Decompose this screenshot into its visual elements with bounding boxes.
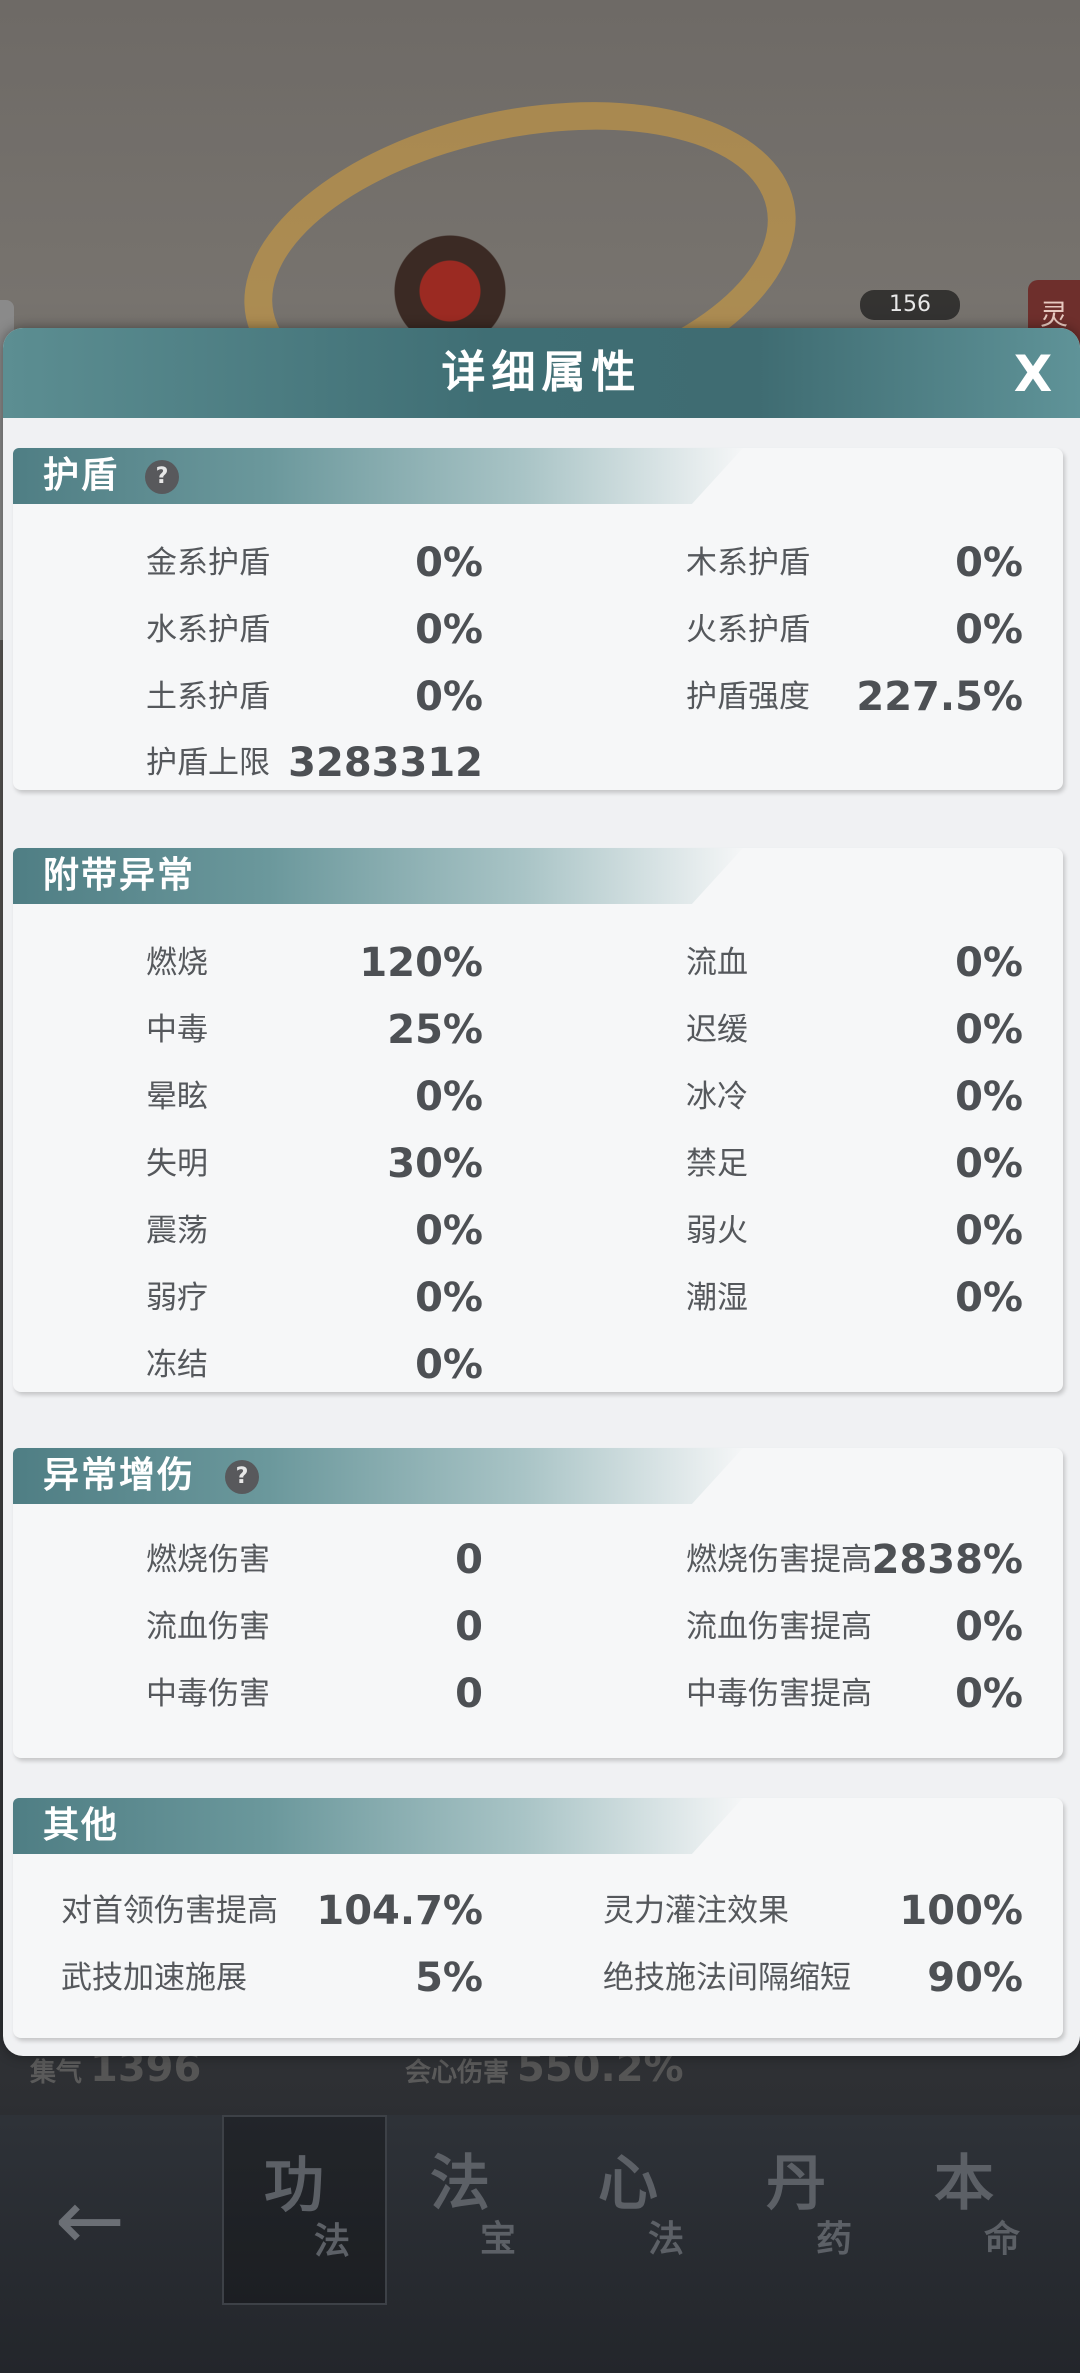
stat-label: 燃烧伤害: [146, 1542, 270, 1578]
tab-xinfa[interactable]: 心 法: [558, 2115, 723, 2305]
close-button[interactable]: X: [1003, 344, 1063, 404]
tab-gongfa-big: 功: [264, 2151, 324, 2221]
stat-value: 0%: [955, 940, 1023, 986]
stat-value: 30%: [387, 1141, 483, 1187]
stat-value: 100%: [899, 1888, 1023, 1934]
section-abnormal-title: 附带异常: [43, 855, 196, 896]
stat-value: 0%: [415, 1208, 483, 1254]
stat-label: 流血伤害: [146, 1609, 270, 1645]
stat-label: 火系护盾: [686, 612, 810, 648]
attributes-modal: 详细属性 X 护盾 ? 金系护盾 0% 水系护盾 0% 土系护盾 0% 护盾上限…: [3, 328, 1080, 2056]
stat-value: 0%: [415, 1342, 483, 1388]
stat-label: 震荡: [146, 1213, 208, 1249]
tab-benming-big: 本: [934, 2149, 994, 2219]
arrow-left-icon[interactable]: ←: [40, 2175, 140, 2265]
tab-fabao-small: 宝: [480, 2219, 517, 2260]
stat-label: 金系护盾: [146, 545, 270, 581]
tab-benming[interactable]: 本 命: [894, 2115, 1059, 2305]
section-abnormal-damage: 异常增伤 ? 燃烧伤害 0 流血伤害 0 中毒伤害 0 燃烧伤害提高 2838%…: [13, 1448, 1063, 1758]
section-other-header: [13, 1798, 743, 1854]
stat-value: 0: [455, 1671, 483, 1717]
stat-value: 0%: [415, 540, 483, 586]
stat-crit-damage-label: 会心伤害: [405, 2058, 510, 2088]
stat-qi-label: 集气: [30, 2058, 83, 2088]
section-shield-header: [13, 448, 743, 504]
tab-xinfa-big: 心: [598, 2149, 658, 2219]
stat-value: 0%: [415, 1074, 483, 1120]
stat-value: 0%: [415, 1275, 483, 1321]
stat-label: 禁足: [686, 1146, 748, 1182]
stat-label: 护盾强度: [686, 679, 810, 715]
stat-value: 0%: [955, 540, 1023, 586]
tab-danyao-big: 丹: [766, 2149, 826, 2219]
stat-label: 燃烧: [146, 945, 208, 981]
stat-label: 迟缓: [686, 1012, 748, 1048]
stat-value: 0: [455, 1604, 483, 1650]
stat-value: 0%: [955, 1074, 1023, 1120]
stat-value: 5%: [415, 1955, 483, 2001]
stat-label: 冻结: [146, 1347, 208, 1383]
tab-xinfa-small: 法: [648, 2219, 685, 2260]
stat-label: 中毒伤害: [146, 1676, 270, 1712]
stat-label: 中毒: [146, 1012, 208, 1048]
stat-value: 227.5%: [856, 674, 1023, 720]
help-icon[interactable]: ?: [225, 1460, 259, 1494]
section-abnormal-damage-title: 异常增伤: [43, 1455, 196, 1496]
stat-value: 90%: [927, 1955, 1023, 2001]
tab-gongfa[interactable]: 功 法: [222, 2115, 387, 2305]
stat-value: 0%: [955, 1208, 1023, 1254]
stat-label: 护盾上限: [146, 745, 270, 781]
stat-label: 失明: [146, 1146, 208, 1182]
stat-value: 0%: [955, 1275, 1023, 1321]
stat-label: 土系护盾: [146, 679, 270, 715]
section-other-title: 其他: [43, 1805, 120, 1846]
stat-value: 0%: [415, 674, 483, 720]
tab-danyao-small: 药: [816, 2219, 853, 2260]
stat-value: 0%: [955, 1141, 1023, 1187]
section-shield-title: 护盾: [43, 455, 120, 496]
stat-value: 104.7%: [316, 1888, 483, 1934]
stat-label: 冰冷: [686, 1079, 748, 1115]
tab-fabao-big: 法: [430, 2149, 490, 2219]
stat-value: 0: [455, 1537, 483, 1583]
stat-value: 0%: [955, 1007, 1023, 1053]
stat-label: 晕眩: [146, 1079, 208, 1115]
section-shield: 护盾 ? 金系护盾 0% 水系护盾 0% 土系护盾 0% 护盾上限 328331…: [13, 448, 1063, 790]
modal-title: 详细属性: [441, 347, 642, 398]
stat-label: 对首领伤害提高: [61, 1893, 278, 1929]
tab-gongfa-small: 法: [314, 2221, 351, 2262]
stat-label: 木系护盾: [686, 545, 810, 581]
stat-value: 0%: [955, 1671, 1023, 1717]
stat-label: 绝技施法间隔缩短: [603, 1960, 851, 1996]
stat-label: 灵力灌注效果: [603, 1893, 789, 1929]
stat-label: 潮湿: [686, 1280, 748, 1316]
tab-fabao[interactable]: 法 宝: [390, 2115, 555, 2305]
stat-value: 0%: [955, 1604, 1023, 1650]
stat-label: 武技加速施展: [61, 1960, 247, 1996]
bottom-nav: ← 功 法 法 宝 心 法 丹 药 本 命: [0, 2115, 1080, 2373]
stat-value: 2838%: [871, 1537, 1023, 1583]
stat-label: 水系护盾: [146, 612, 270, 648]
stat-value: 25%: [387, 1007, 483, 1053]
tab-benming-small: 命: [984, 2219, 1021, 2260]
section-other: 其他 对首领伤害提高 104.7% 武技加速施展 5% 灵力灌注效果 100% …: [13, 1798, 1063, 2038]
stat-value: 3283312: [288, 740, 483, 786]
stat-value: 120%: [359, 940, 483, 986]
stat-value: 0%: [415, 607, 483, 653]
demon-emblem-icon: [380, 225, 520, 345]
stat-label: 弱疗: [146, 1280, 208, 1316]
section-abnormal: 附带异常 燃烧 120% 中毒 25% 晕眩 0% 失明 30% 震荡 0% 弱…: [13, 848, 1063, 1392]
stat-label: 弱火: [686, 1213, 748, 1249]
stat-value: 0%: [955, 607, 1023, 653]
tab-danyao[interactable]: 丹 药: [726, 2115, 891, 2305]
count-badge: 156: [860, 290, 960, 320]
stat-label: 流血: [686, 945, 748, 981]
help-icon[interactable]: ?: [145, 460, 179, 494]
